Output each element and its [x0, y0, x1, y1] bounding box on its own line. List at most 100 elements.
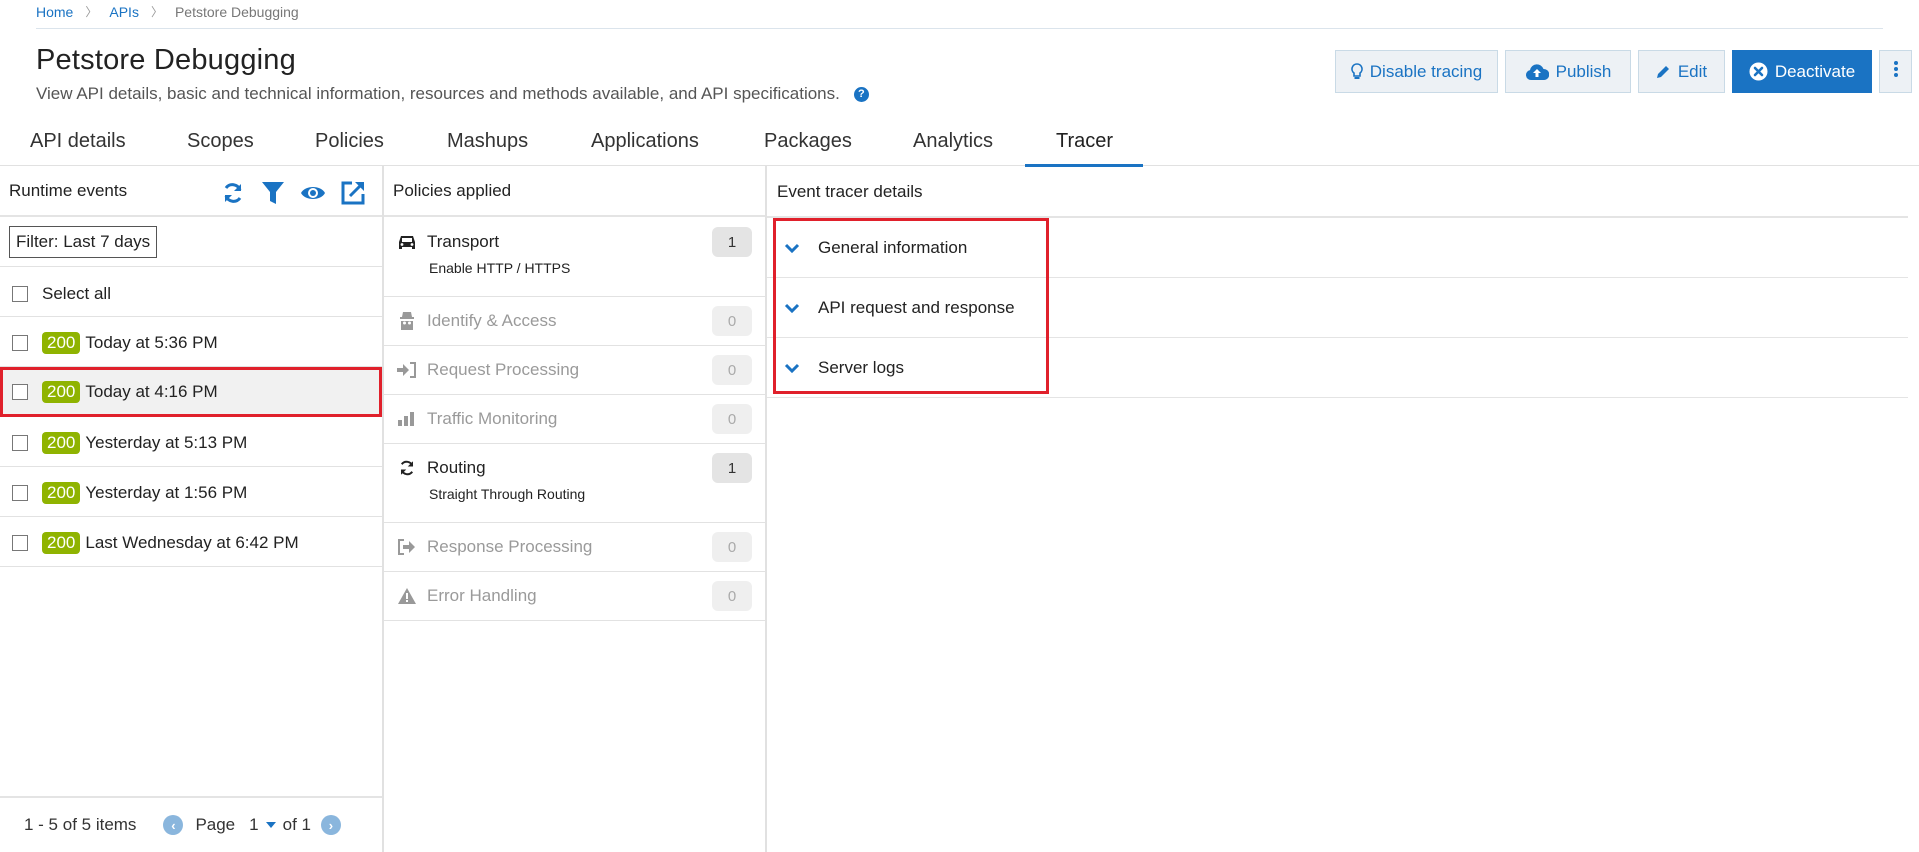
publish-label: Publish	[1555, 61, 1612, 81]
refresh-icon	[397, 459, 417, 477]
event-row-selected[interactable]: 200 Today at 4:16 PM	[0, 367, 382, 417]
chevron-down-icon	[784, 303, 800, 313]
policy-traffic-monitoring[interactable]: Traffic Monitoring 0	[384, 395, 765, 444]
deactivate-button[interactable]: Deactivate	[1732, 50, 1872, 93]
breadcrumb: Home 〉 APIs 〉 Petstore Debugging	[36, 3, 299, 20]
event-tracer-panel: Event tracer details General information…	[767, 166, 1919, 852]
accordion-general-information[interactable]: General information	[767, 218, 1908, 278]
select-all-label: Select all	[42, 284, 111, 303]
policy-name: Response Processing	[427, 537, 593, 556]
policy-routing[interactable]: Routing 1 Straight Through Routing	[384, 444, 765, 523]
policy-count: 0	[712, 306, 752, 336]
help-icon[interactable]: ?	[853, 86, 869, 102]
event-tracer-header: Event tracer details	[767, 166, 1919, 217]
accordion-label: API request and response	[818, 297, 1015, 317]
filter-dropdown[interactable]: Filter: Last 7 days	[9, 226, 158, 258]
lightbulb-icon	[1351, 63, 1363, 80]
event-row[interactable]: 200 Yesterday at 5:13 PM	[0, 419, 382, 467]
runtime-events-title: Runtime events	[9, 180, 128, 200]
car-icon	[397, 234, 417, 250]
edit-label: Edit	[1677, 61, 1708, 81]
accordion-server-logs[interactable]: Server logs	[767, 338, 1908, 398]
page-number: 1	[249, 815, 259, 834]
event-time: Yesterday at 5:13 PM	[85, 433, 248, 452]
policy-identify-access[interactable]: Identify & Access 0	[384, 297, 765, 346]
accordion-label: General information	[818, 237, 968, 257]
event-time: Today at 4:16 PM	[85, 382, 218, 401]
select-all-checkbox[interactable]	[12, 286, 28, 302]
policy-count: 1	[712, 227, 752, 257]
event-checkbox[interactable]	[12, 335, 28, 351]
edit-button[interactable]: Edit	[1638, 50, 1725, 93]
accordion-api-request-response[interactable]: API request and response	[767, 278, 1908, 338]
sign-in-icon	[397, 362, 417, 378]
policy-name: Request Processing	[427, 360, 580, 379]
breadcrumb-home[interactable]: Home	[36, 4, 73, 20]
event-row[interactable]: 200 Today at 5:36 PM	[0, 319, 382, 367]
refresh-icon[interactable]	[220, 180, 246, 206]
disable-tracing-label: Disable tracing	[1369, 61, 1483, 81]
policies-panel: Policies applied Transport 1 Enable HTTP…	[384, 166, 767, 852]
event-checkbox[interactable]	[12, 435, 28, 451]
chevron-down-icon	[784, 243, 800, 253]
policies-header: Policies applied	[384, 166, 765, 217]
tab-applications[interactable]: Applications	[591, 130, 699, 153]
event-time: Today at 5:36 PM	[85, 333, 218, 352]
divider	[0, 266, 382, 267]
event-tracer-title: Event tracer details	[777, 181, 923, 201]
policy-error-handling[interactable]: Error Handling 0	[384, 572, 765, 621]
divider	[0, 316, 382, 317]
policy-response-processing[interactable]: Response Processing 0	[384, 523, 765, 572]
policy-name: Identify & Access	[427, 311, 557, 330]
publish-button[interactable]: Publish	[1505, 50, 1631, 93]
tab-packages[interactable]: Packages	[764, 130, 852, 153]
next-page-button[interactable]: ›	[320, 815, 341, 835]
eye-icon[interactable]	[300, 180, 326, 206]
status-badge: 200	[42, 381, 81, 403]
breadcrumb-separator: 〉	[150, 5, 163, 19]
divider	[0, 466, 382, 467]
divider	[0, 516, 382, 517]
tab-analytics[interactable]: Analytics	[913, 130, 993, 153]
policy-count: 0	[712, 355, 752, 385]
chevron-down-icon	[784, 363, 800, 373]
tab-policies[interactable]: Policies	[315, 130, 384, 153]
policy-request-processing[interactable]: Request Processing 0	[384, 346, 765, 395]
cloud-upload-icon	[1525, 63, 1549, 81]
policy-count: 0	[712, 532, 752, 562]
breadcrumb-apis[interactable]: APIs	[109, 4, 139, 20]
status-badge: 200	[42, 482, 81, 504]
select-all-row[interactable]: Select all	[0, 270, 382, 318]
divider	[0, 566, 382, 567]
policy-name: Error Handling	[427, 586, 537, 605]
policy-name: Traffic Monitoring	[427, 409, 558, 428]
policies-title: Policies applied	[393, 180, 512, 200]
event-row[interactable]: 200 Yesterday at 1:56 PM	[0, 469, 382, 517]
page-title: Petstore Debugging	[36, 44, 296, 76]
tab-api-details[interactable]: API details	[30, 130, 126, 153]
deactivate-label: Deactivate	[1774, 61, 1856, 81]
pagination-summary: 1 - 5 of 5 items	[24, 815, 137, 834]
policy-transport[interactable]: Transport 1 Enable HTTP / HTTPS	[384, 218, 765, 297]
status-badge: 200	[42, 332, 81, 354]
bar-chart-icon	[397, 412, 417, 426]
pagination: 1 - 5 of 5 items ‹ Page 1 of 1 ›	[0, 796, 382, 852]
tab-mashups[interactable]: Mashups	[447, 130, 528, 153]
breadcrumb-divider	[36, 28, 1883, 29]
more-options-button[interactable]	[1879, 50, 1912, 93]
policy-count: 0	[712, 581, 752, 611]
runtime-events-panel: Runtime events Filter: Last 7 days Selec…	[0, 166, 384, 852]
disable-tracing-button[interactable]: Disable tracing	[1335, 50, 1498, 93]
page-total: of 1	[282, 815, 311, 834]
page-select[interactable]: 1	[249, 815, 282, 835]
event-checkbox[interactable]	[12, 535, 28, 551]
tab-scopes[interactable]: Scopes	[187, 130, 254, 153]
runtime-events-toolbar	[220, 180, 366, 206]
event-checkbox[interactable]	[12, 384, 28, 400]
external-link-icon[interactable]	[340, 180, 366, 206]
event-row[interactable]: 200 Last Wednesday at 6:42 PM	[0, 519, 382, 567]
filter-icon[interactable]	[260, 180, 286, 206]
event-checkbox[interactable]	[12, 485, 28, 501]
previous-page-button[interactable]: ‹	[163, 815, 184, 835]
tab-tracer[interactable]: Tracer	[1056, 130, 1113, 153]
